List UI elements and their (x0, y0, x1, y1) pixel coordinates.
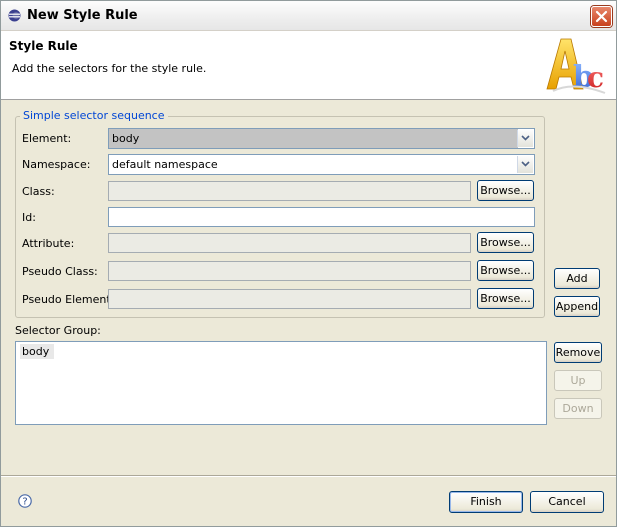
window-title: New Style Rule (27, 8, 138, 23)
namespace-label: Namespace: (22, 158, 91, 171)
class-label: Class: (22, 185, 55, 198)
chevron-down-icon (521, 161, 530, 167)
close-button[interactable] (591, 6, 612, 27)
group-legend: Simple selector sequence (20, 109, 168, 122)
element-label: Element: (22, 132, 72, 145)
pseudo-class-browse-button[interactable]: Browse... (477, 260, 534, 281)
down-button[interactable]: Down (554, 398, 602, 419)
eclipse-icon (8, 9, 21, 22)
abc-style-banner-icon: b c (546, 38, 606, 95)
id-field[interactable] (108, 207, 535, 227)
attribute-browse-button[interactable]: Browse... (477, 232, 534, 253)
help-icon[interactable]: ? (18, 494, 32, 508)
chevron-down-icon (521, 135, 530, 141)
pseudo-element-label: Pseudo Element: (22, 293, 115, 306)
dialog-window: New Style Rule Style Rule Add the select… (0, 0, 617, 527)
svg-text:?: ? (22, 497, 27, 508)
element-dropdown-button[interactable] (517, 130, 533, 147)
finish-button[interactable]: Finish (449, 491, 523, 513)
namespace-combo[interactable]: default namespace (108, 154, 535, 175)
pseudo-element-field[interactable] (108, 289, 471, 309)
attribute-label: Attribute: (22, 237, 75, 250)
class-field[interactable] (108, 181, 471, 201)
add-button[interactable]: Add (554, 268, 600, 289)
namespace-value: default namespace (112, 158, 218, 171)
pseudo-class-label: Pseudo Class: (22, 265, 98, 278)
element-combo[interactable]: body (108, 128, 535, 149)
title-bar: New Style Rule (1, 1, 616, 31)
selector-group-label: Selector Group: (15, 324, 101, 337)
append-button[interactable]: Append (554, 296, 600, 317)
class-browse-button[interactable]: Browse... (477, 180, 534, 201)
footer-separator (1, 475, 616, 477)
namespace-dropdown-button[interactable] (517, 156, 533, 173)
page-description: Add the selectors for the style rule. (12, 62, 207, 75)
id-label: Id: (22, 211, 36, 224)
remove-button[interactable]: Remove (554, 342, 602, 363)
selector-group-list[interactable]: body (15, 341, 547, 425)
wizard-header: Style Rule Add the selectors for the sty… (1, 31, 616, 100)
pseudo-element-browse-button[interactable]: Browse... (477, 288, 534, 309)
element-value: body (109, 129, 518, 148)
list-item[interactable]: body (20, 344, 55, 359)
up-button[interactable]: Up (554, 370, 602, 391)
attribute-field[interactable] (108, 233, 471, 253)
cancel-button[interactable]: Cancel (530, 491, 604, 513)
close-icon (595, 10, 608, 23)
pseudo-class-field[interactable] (108, 261, 471, 281)
page-title: Style Rule (9, 39, 78, 53)
